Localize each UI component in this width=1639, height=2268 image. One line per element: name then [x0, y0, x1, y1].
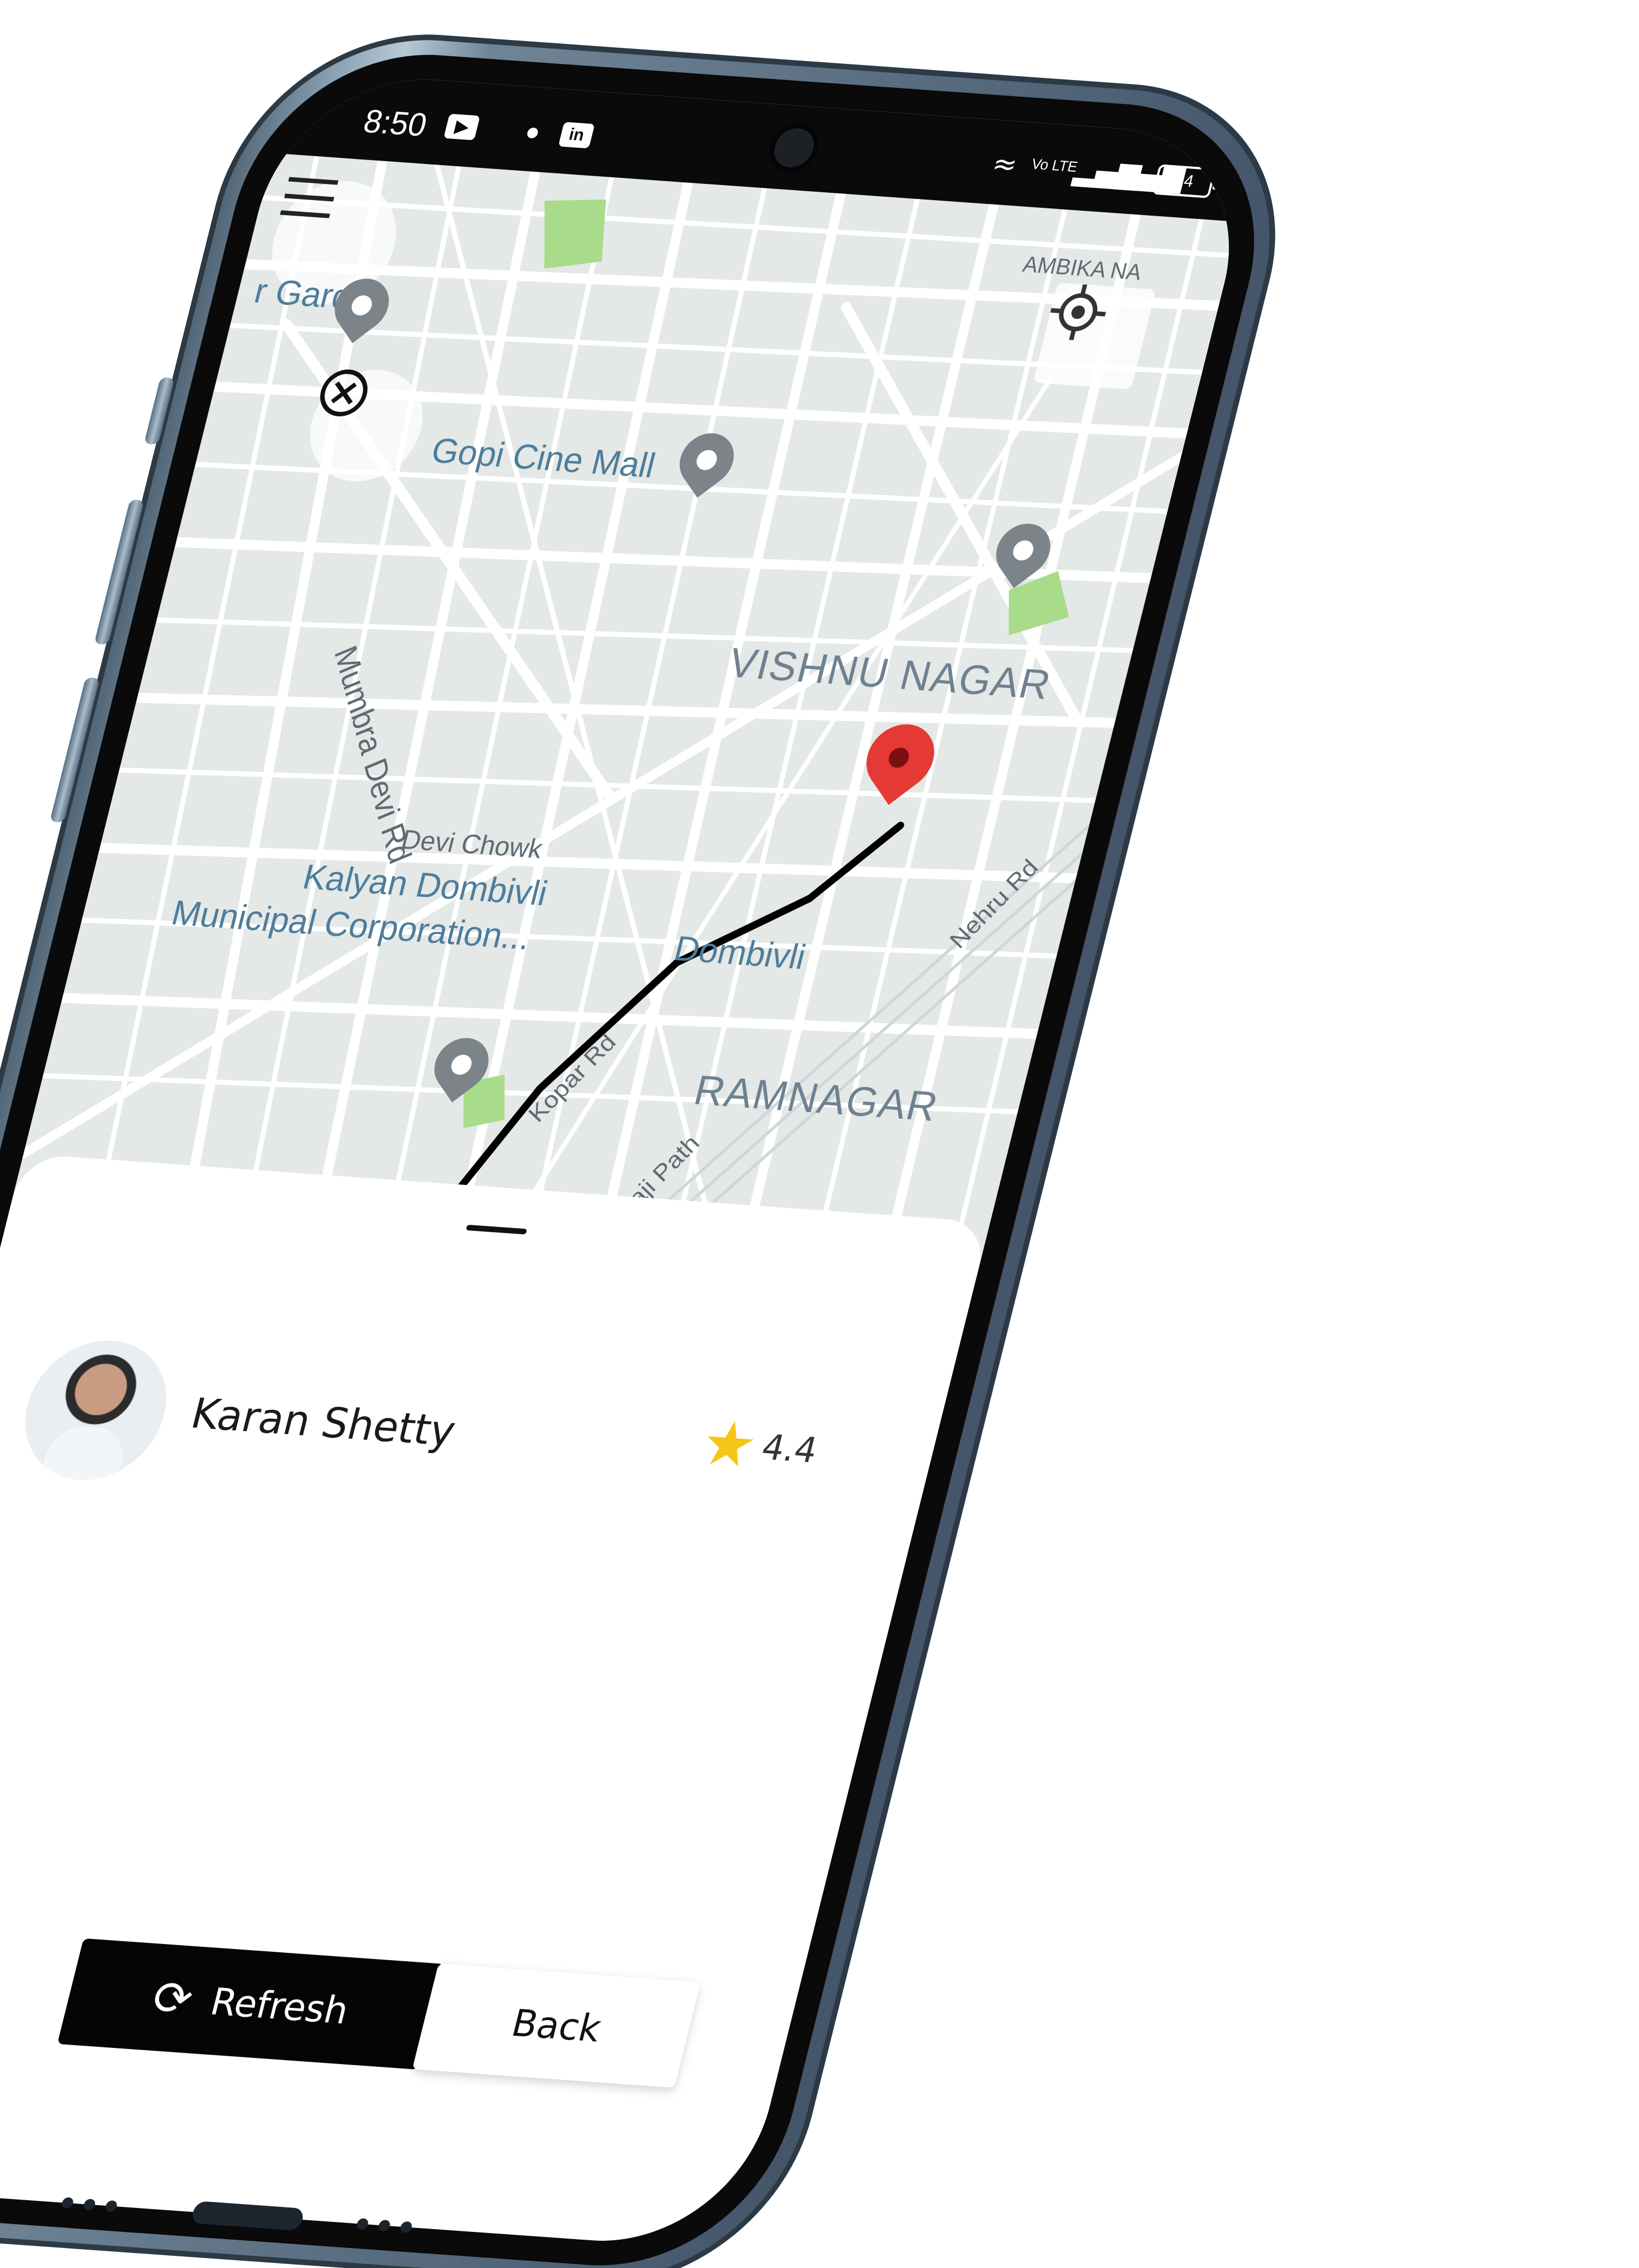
refresh-icon: ⟳	[146, 1970, 199, 2027]
linkedin-icon: in	[558, 122, 595, 149]
driver-rating: ★ 4.4	[693, 1407, 824, 1482]
incognito-icon: ●	[522, 117, 544, 146]
ride-details-sheet: Karan Shetty ★ 4.4 ⟳ Refresh Back	[0, 1153, 990, 2251]
refresh-button[interactable]: ⟳ Refresh	[57, 1938, 444, 2070]
sheet-drag-handle[interactable]	[466, 1224, 527, 1235]
map-view[interactable]: r Garden AMBIKA NA Gopi Cine Mall VISHNU…	[9, 153, 1240, 1278]
back-button[interactable]: Back	[412, 1963, 701, 2088]
battery-indicator: 14	[1152, 164, 1217, 198]
youtube-icon: ▶	[443, 113, 480, 141]
driver-name: Karan Shetty	[186, 1389, 461, 1456]
wifi-icon: ≈	[989, 147, 1021, 182]
star-icon: ★	[693, 1407, 765, 1482]
screen: 8:50 ▶ ● in ≈ Vo LTE ▂▄▆ ▂▄▆ 14 r Garden…	[0, 69, 1261, 2251]
rating-value: 4.4	[758, 1426, 822, 1471]
refresh-label: Refresh	[206, 1980, 353, 2032]
phone-frame: 8:50 ▶ ● in ≈ Vo LTE ▂▄▆ ▂▄▆ 14 r Garden…	[0, 22, 1316, 2268]
driver-avatar	[10, 1335, 182, 1485]
stage: 8:50 ▶ ● in ≈ Vo LTE ▂▄▆ ▂▄▆ 14 r Garden…	[0, 0, 1639, 2268]
status-time: 8:50	[360, 103, 431, 143]
bezel: 8:50 ▶ ● in ≈ Vo LTE ▂▄▆ ▂▄▆ 14 r Garden…	[0, 43, 1291, 2268]
back-label: Back	[507, 2001, 606, 2051]
hamburger-icon	[280, 177, 339, 218]
mute-switch	[143, 377, 175, 445]
volte-label: Vo LTE	[1029, 155, 1080, 176]
front-camera	[770, 127, 818, 169]
